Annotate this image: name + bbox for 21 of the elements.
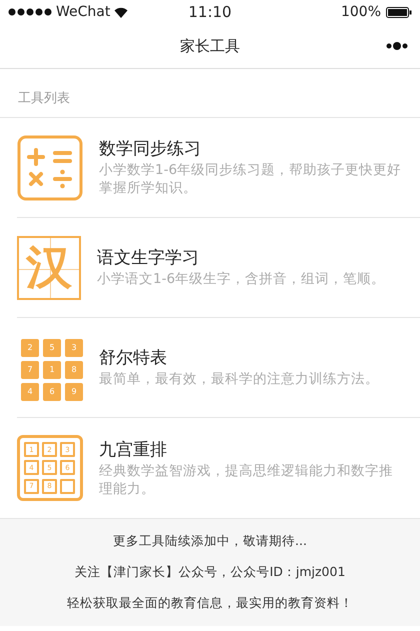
tool-description: 最简单，最有效，最科学的注意力训练方法。 (99, 371, 379, 389)
signal-icon (8, 8, 52, 16)
tool-title[interactable]: 九宫重排 (99, 438, 406, 461)
more-icon[interactable] (386, 41, 408, 51)
tool-description: 经典数学益智游戏，提高思维逻辑能力和数字推理能力。 (99, 462, 394, 498)
section-header: 工具列表 (0, 69, 420, 118)
tool-description: 小学数学1-6年级同步练习题，帮助孩子更快更好掌握所学知识。 (99, 162, 402, 198)
footer-text: 轻松获取最全面的教育信息，最实用的教育资料！ (67, 595, 353, 612)
wifi-icon (114, 6, 128, 18)
footer-text: 更多工具陆续添加中，敬请期待... (113, 533, 307, 550)
footer-text: 关注【津门家长】公众号，公众号ID：jmjz001 (74, 564, 346, 581)
carrier-name: WeChat (56, 4, 110, 20)
tool-description: 小学语文1-6年级生字，含拼音，组词，笔顺。 (97, 271, 386, 289)
tool-title[interactable]: 数学同步练习 (99, 137, 406, 160)
page-title: 家长工具 (180, 36, 240, 56)
battery-percent: 100% (340, 4, 381, 20)
tool-title[interactable]: 语文生字学习 (97, 246, 386, 270)
tool-title[interactable]: 舒尔特表 (99, 346, 379, 370)
calculator-icon (17, 134, 83, 200)
clock-time: 11:10 (188, 3, 232, 21)
battery-icon (386, 6, 412, 18)
